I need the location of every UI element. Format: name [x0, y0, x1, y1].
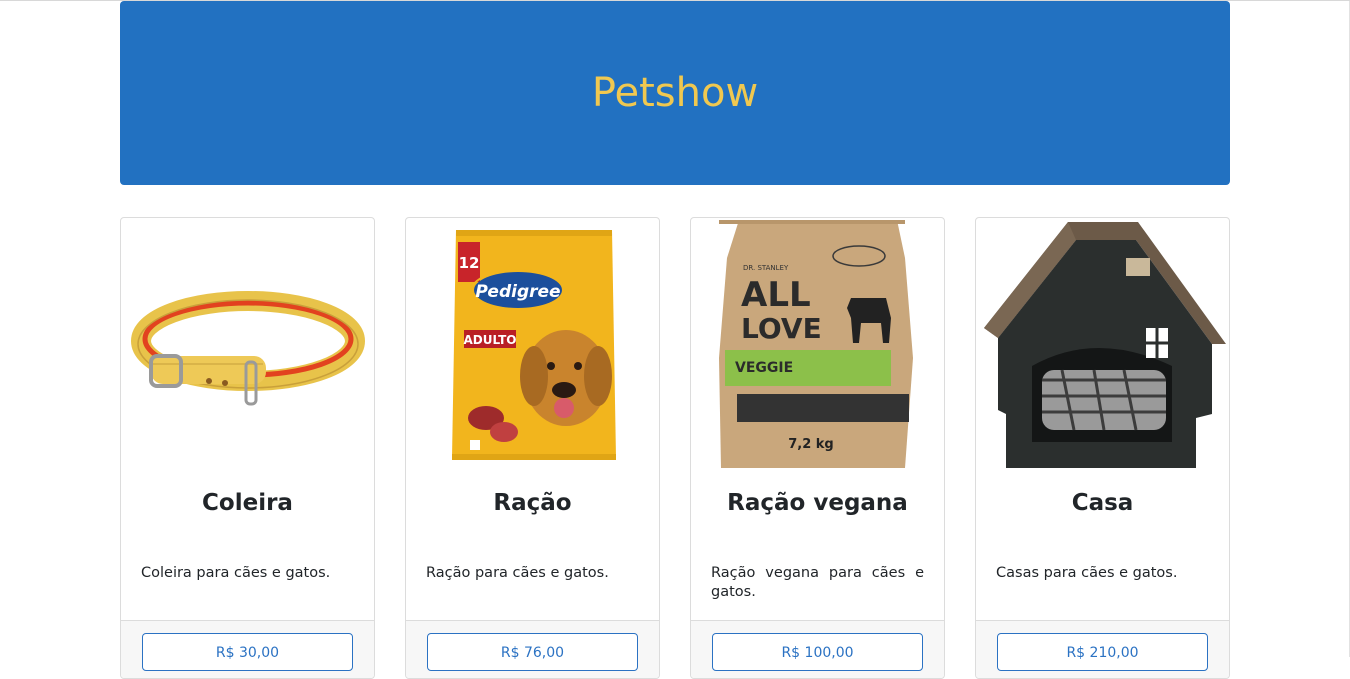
- product-card-racao-vegana: DR. STANLEY ALL LOVE VEGGIE 7,2 kg Ração…: [690, 217, 945, 679]
- product-title: Coleira: [202, 490, 293, 516]
- card-footer: R$ 76,00: [406, 620, 659, 678]
- svg-text:Pedigree: Pedigree: [475, 282, 560, 302]
- card-footer: R$ 100,00: [691, 620, 944, 678]
- svg-text:7,2 kg: 7,2 kg: [788, 437, 834, 452]
- dog-food-bag-image: 12 Pedigree ADULTO: [406, 218, 659, 473]
- product-card-coleira: Coleira Coleira para cães e gatos. R$ 30…: [120, 217, 375, 679]
- product-title: Ração: [493, 490, 572, 516]
- product-title: Ração vegana: [727, 490, 908, 516]
- vegan-food-bag-image: DR. STANLEY ALL LOVE VEGGIE 7,2 kg: [691, 218, 944, 473]
- product-description: Ração vegana para cães e gatos.: [711, 565, 924, 600]
- svg-text:ADULTO: ADULTO: [463, 333, 516, 347]
- product-description: Ração para cães e gatos.: [426, 565, 609, 581]
- product-card-casa: Casa Casas para cães e gatos. R$ 210,00: [975, 217, 1230, 679]
- site-title: Petshow: [591, 70, 759, 116]
- card-footer: R$ 210,00: [976, 620, 1229, 678]
- price-button[interactable]: R$ 100,00: [712, 633, 923, 671]
- price-button[interactable]: R$ 30,00: [142, 633, 353, 671]
- card-footer: R$ 30,00: [121, 620, 374, 678]
- product-title: Casa: [1071, 490, 1134, 516]
- product-description: Casas para cães e gatos.: [996, 565, 1178, 581]
- product-card-racao: 12 Pedigree ADULTO Ração Ração para cães…: [405, 217, 660, 679]
- product-description: Coleira para cães e gatos.: [141, 565, 331, 581]
- header-banner: Petshow: [120, 1, 1230, 185]
- svg-text:12: 12: [459, 254, 480, 272]
- collar-image: [121, 218, 374, 473]
- price-button[interactable]: R$ 76,00: [427, 633, 638, 671]
- pet-house-image: [976, 218, 1229, 473]
- svg-text:ALL: ALL: [741, 275, 811, 315]
- price-button[interactable]: R$ 210,00: [997, 633, 1208, 671]
- svg-text:DR. STANLEY: DR. STANLEY: [743, 264, 789, 272]
- svg-text:LOVE: LOVE: [741, 312, 822, 345]
- svg-text:VEGGIE: VEGGIE: [735, 360, 793, 376]
